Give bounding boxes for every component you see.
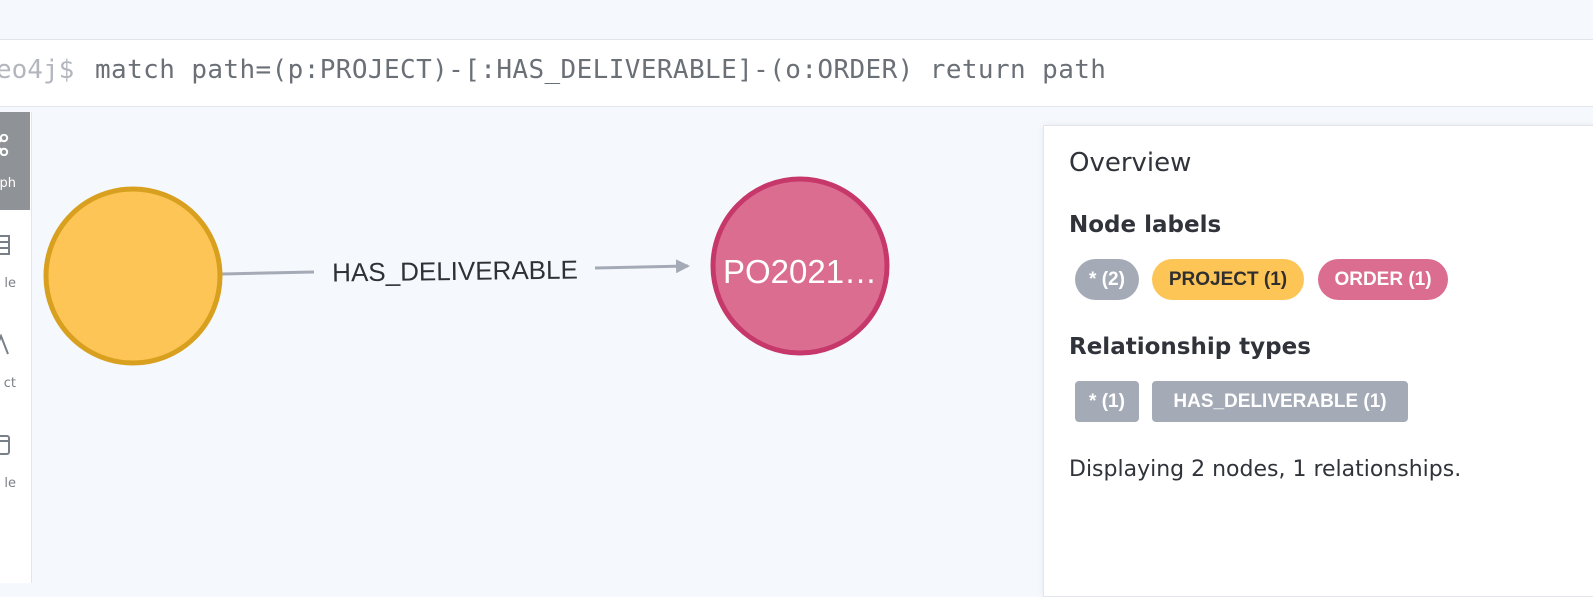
project-node[interactable] [43, 186, 223, 366]
view-code-button[interactable]: le [0, 412, 30, 510]
top-bar [0, 0, 1593, 40]
relationship-type-has-deliverable-tag[interactable]: HAS_DELIVERABLE (1) [1152, 381, 1408, 422]
view-table-button[interactable]: le [0, 212, 30, 310]
query-text[interactable]: match path=(p:PROJECT)-[:HAS_DELIVERABLE… [95, 55, 1106, 85]
table-icon [0, 235, 10, 255]
view-graph-button[interactable]: ph [0, 112, 30, 210]
overview-title: Overview [1069, 148, 1192, 178]
code-icon [0, 435, 10, 455]
query-editor[interactable]: eo4j$ match path=(p:PROJECT)-[:HAS_DELIV… [0, 40, 1593, 107]
relationship-arrow[interactable] [594, 259, 690, 274]
relationship-line[interactable] [221, 270, 315, 276]
view-text-label: ct [3, 376, 16, 391]
node-label-order-pill[interactable]: ORDER (1) [1318, 259, 1448, 300]
view-graph-label: ph [0, 176, 16, 191]
node-labels-heading: Node labels [1069, 212, 1222, 238]
graph-svg: HAS_DELIVERABLE PO2021… [43, 176, 890, 366]
editor-prompt: eo4j$ [0, 55, 75, 85]
relationship-types-heading: Relationship types [1069, 334, 1311, 360]
graph-canvas[interactable]: HAS_DELIVERABLE PO2021… [32, 108, 1042, 583]
relationship-label[interactable]: HAS_DELIVERABLE [332, 255, 578, 288]
graph-icon [0, 134, 9, 156]
result-view-sidebar: ph le ct le [0, 112, 32, 583]
relationship-type-all-tag[interactable]: * (1) [1075, 381, 1139, 422]
overview-status-text: Displaying 2 nodes, 1 relationships. [1069, 457, 1462, 482]
node-label-all-pill[interactable]: * (2) [1075, 259, 1139, 300]
view-table-label: le [4, 276, 16, 291]
view-text-button[interactable]: ct [0, 312, 30, 410]
node-label-project-pill[interactable]: PROJECT (1) [1152, 259, 1304, 300]
overview-panel: Overview Node labels * (2) PROJECT (1) O… [1043, 125, 1593, 597]
order-node-caption: PO2021… [723, 253, 877, 290]
text-icon [0, 334, 9, 355]
view-code-label: le [4, 476, 16, 491]
